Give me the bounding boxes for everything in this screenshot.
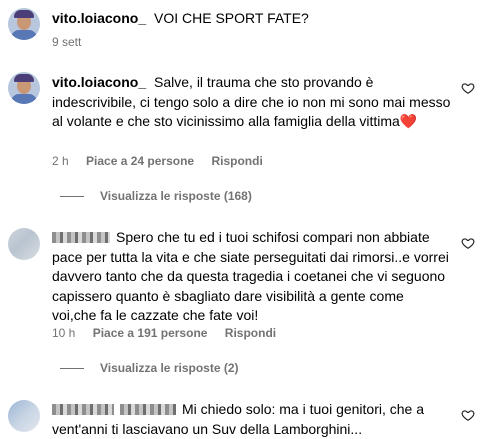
username[interactable]: vito.loiacono_ [52, 74, 146, 90]
avatar[interactable] [8, 8, 40, 40]
heart-outline-icon[interactable] [461, 236, 475, 250]
username-suffix [120, 404, 176, 415]
heart-outline-icon[interactable] [461, 408, 475, 422]
red-heart-emoji: ❤️ [399, 113, 418, 129]
view-replies-button[interactable]: Visualizza le risposte (2) [60, 361, 239, 375]
post-date: 9 sett [52, 35, 82, 49]
view-replies-button[interactable]: Visualizza le risposte (168) [60, 189, 252, 203]
caption-text: VOI CHE SPORT FATE? [154, 10, 309, 26]
divider-line [60, 196, 84, 198]
heart-outline-icon[interactable] [461, 81, 475, 95]
username[interactable] [52, 404, 114, 415]
username[interactable]: vito.loiacono_ [52, 10, 146, 26]
reply-button[interactable]: Rispondi [211, 154, 262, 168]
avatar[interactable] [8, 72, 40, 104]
comment-time: 2 h [52, 154, 69, 168]
avatar[interactable] [8, 228, 40, 260]
reply-button[interactable]: Rispondi [225, 326, 276, 340]
username[interactable] [52, 232, 110, 243]
likes-count[interactable]: Piace a 24 persone [86, 154, 194, 168]
view-replies-label[interactable]: Visualizza le risposte (168) [100, 189, 252, 203]
view-replies-label[interactable]: Visualizza le risposte (2) [100, 361, 239, 375]
likes-count[interactable]: Piace a 191 persone [93, 326, 208, 340]
comment-text: Spero che tu ed i tuoi schifosi compari … [52, 229, 449, 323]
divider-line [60, 368, 84, 370]
comment-time: 10 h [52, 326, 76, 340]
avatar[interactable] [8, 400, 40, 432]
